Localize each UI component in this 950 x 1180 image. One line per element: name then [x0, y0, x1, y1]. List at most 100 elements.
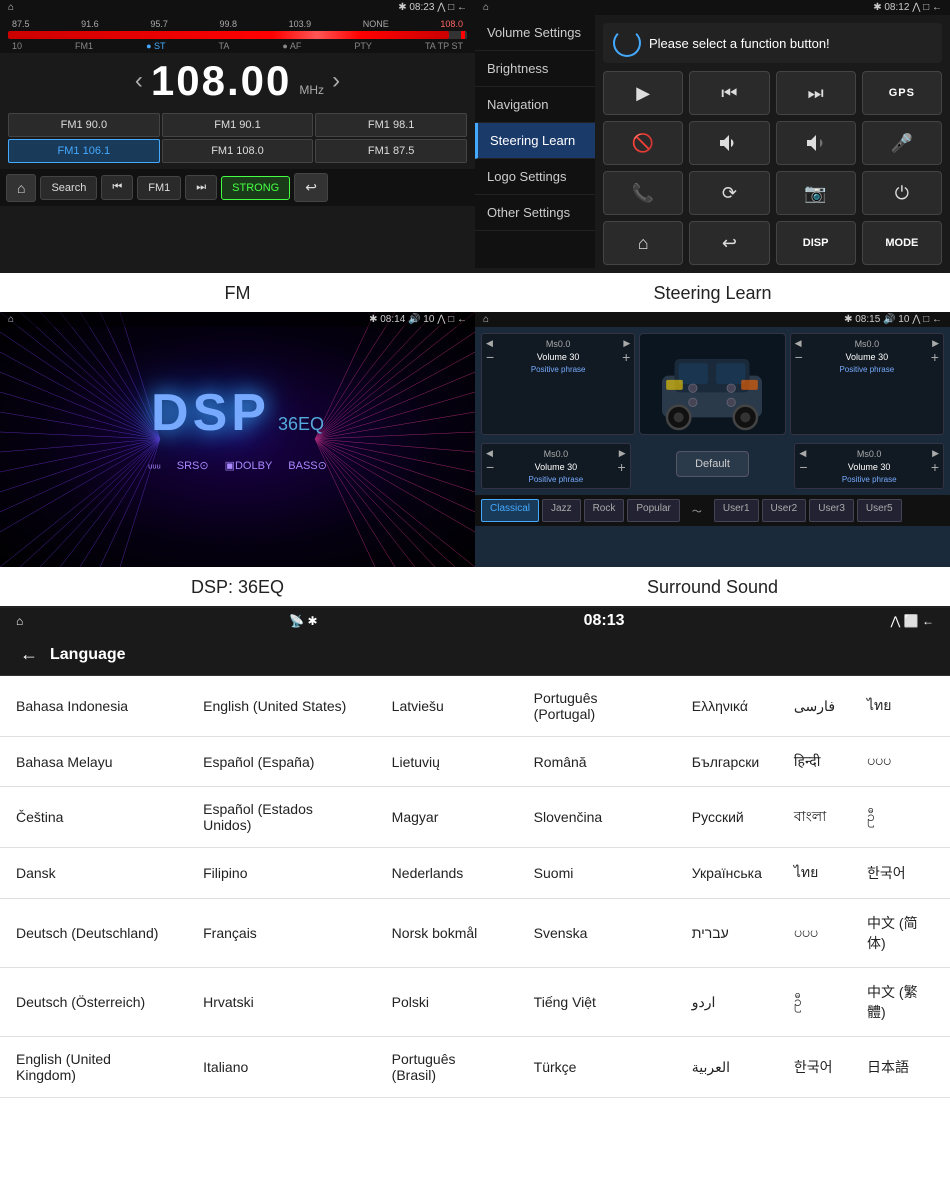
language-option[interactable]: Čeština — [0, 787, 187, 848]
eq-rl-prev[interactable]: ◀ — [486, 448, 493, 459]
eq-fl-prev[interactable]: ◀ — [486, 338, 493, 349]
eq-fr-plus[interactable]: + — [931, 349, 939, 365]
eq-rl-plus[interactable]: + — [617, 459, 625, 475]
steer-back-button[interactable]: ↩ — [689, 221, 769, 265]
language-option[interactable]: Polski — [376, 968, 518, 1037]
surround-tab-user2[interactable]: User2 — [762, 499, 807, 522]
lang-back-icon[interactable]: ← — [922, 614, 934, 628]
language-option[interactable]: Tiếng Việt — [518, 968, 676, 1037]
language-option[interactable]: 한국어 — [851, 848, 950, 899]
steer-power-button[interactable]: ⏻ — [862, 171, 942, 215]
sidebar-item-other[interactable]: Other Settings — [475, 195, 595, 231]
fm-home-icon[interactable]: ⌂ — [8, 2, 14, 13]
steer-mic-button[interactable]: 🎤 — [862, 121, 942, 165]
eq-rr-plus[interactable]: + — [931, 459, 939, 475]
language-option[interactable]: 日本語 — [851, 1037, 950, 1098]
fm-next-arrow[interactable]: › — [332, 67, 340, 95]
steer-camera-button[interactable]: 📷 — [776, 171, 856, 215]
language-option[interactable]: Русский — [676, 787, 778, 848]
fm-back-icon[interactable]: ← — [457, 2, 467, 13]
language-option[interactable]: ပပပ — [851, 737, 950, 787]
fm-strong-button[interactable]: STRONG — [221, 176, 290, 200]
eq-fl-next[interactable]: ▶ — [623, 338, 630, 349]
surround-tab-user1[interactable]: User1 — [714, 499, 759, 522]
fm-preset-2[interactable]: FM1 90.1 — [162, 113, 314, 137]
language-option[interactable]: ไทย — [778, 848, 851, 899]
fm-progress-track[interactable] — [8, 31, 467, 39]
eq-rl-next[interactable]: ▶ — [619, 448, 626, 459]
language-option[interactable]: Български — [676, 737, 778, 787]
surround-tab-popular[interactable]: Popular — [627, 499, 679, 522]
language-option[interactable]: Bahasa Indonesia — [0, 676, 187, 737]
language-option[interactable]: 中文 (繁體) — [851, 968, 950, 1037]
steer-mute-button[interactable]: 🚫 — [603, 121, 683, 165]
language-option[interactable]: Português (Portugal) — [518, 676, 676, 737]
language-option[interactable]: Ελληνικά — [676, 676, 778, 737]
fm-home-button[interactable]: ⌂ — [6, 174, 36, 202]
language-option[interactable]: Українська — [676, 848, 778, 899]
sidebar-item-navigation[interactable]: Navigation — [475, 87, 595, 123]
lang-home-icon[interactable]: ⌂ — [16, 614, 23, 628]
language-option[interactable]: বাংলা — [778, 787, 851, 848]
language-option[interactable]: Italiano — [187, 1037, 376, 1098]
surround-tab-rock[interactable]: Rock — [584, 499, 625, 522]
eq-rr-minus[interactable]: − — [799, 459, 807, 475]
surround-home-icon[interactable]: ⌂ — [483, 314, 489, 325]
eq-fr-minus[interactable]: − — [795, 349, 803, 365]
dsp-home-icon[interactable]: ⌂ — [8, 314, 14, 325]
steer-vol-up-button[interactable] — [689, 121, 769, 165]
language-option[interactable]: Norsk bokmål — [376, 899, 518, 968]
language-option[interactable]: English (United States) — [187, 676, 376, 737]
eq-rr-next[interactable]: ▶ — [932, 448, 939, 459]
eq-fr-prev[interactable]: ◀ — [795, 338, 802, 349]
surround-tab-user5[interactable]: User5 — [857, 499, 902, 522]
language-option[interactable]: Bahasa Melayu — [0, 737, 187, 787]
steer-call-button[interactable]: 📞 — [603, 171, 683, 215]
language-option[interactable]: Español (España) — [187, 737, 376, 787]
sidebar-item-logo[interactable]: Logo Settings — [475, 159, 595, 195]
language-option[interactable]: Filipino — [187, 848, 376, 899]
language-option[interactable]: 中文 (简体) — [851, 899, 950, 968]
language-option[interactable]: Latviešu — [376, 676, 518, 737]
language-option[interactable]: ပပပ — [778, 899, 851, 968]
language-option[interactable]: Suomi — [518, 848, 676, 899]
eq-fr-next[interactable]: ▶ — [932, 338, 939, 349]
steer-mode-button[interactable]: MODE — [862, 221, 942, 265]
fm-next-button[interactable]: ⏭ — [185, 175, 217, 200]
fm-preset-4[interactable]: FM1 106.1 — [8, 139, 160, 163]
fm-back-button[interactable]: ↩ — [294, 173, 328, 202]
sidebar-item-steering-learn[interactable]: Steering Learn — [475, 123, 595, 159]
surround-tab-jazz[interactable]: Jazz — [542, 499, 581, 522]
language-option[interactable]: فارسی — [778, 676, 851, 737]
language-option[interactable]: Deutsch (Österreich) — [0, 968, 187, 1037]
language-option[interactable]: Magyar — [376, 787, 518, 848]
language-option[interactable]: العربية — [676, 1037, 778, 1098]
surround-back-icon[interactable]: ← — [932, 314, 942, 325]
steer-vol-down-button[interactable] — [776, 121, 856, 165]
language-option[interactable]: 한국어 — [778, 1037, 851, 1098]
steer-play-button[interactable]: ▶ — [603, 71, 683, 115]
sidebar-item-brightness[interactable]: Brightness — [475, 51, 595, 87]
language-option[interactable]: Slovenčina — [518, 787, 676, 848]
language-option[interactable]: Español (Estados Unidos) — [187, 787, 376, 848]
surround-tab-classical[interactable]: Classical — [481, 499, 539, 522]
language-option[interactable]: Nederlands — [376, 848, 518, 899]
fm-search-button[interactable]: Search — [40, 176, 97, 200]
fm-prev-button[interactable]: ⏮ — [101, 175, 133, 200]
steer-next-button[interactable]: ⏭ — [776, 71, 856, 115]
language-back-button[interactable]: ← — [20, 644, 38, 665]
language-option[interactable]: Deutsch (Deutschland) — [0, 899, 187, 968]
language-option[interactable]: Română — [518, 737, 676, 787]
eq-rr-prev[interactable]: ◀ — [799, 448, 806, 459]
language-option[interactable]: Português (Brasil) — [376, 1037, 518, 1098]
steer-rotate-button[interactable]: ⟳ — [689, 171, 769, 215]
language-option[interactable]: ဦ — [778, 968, 851, 1037]
fm-preset-3[interactable]: FM1 98.1 — [315, 113, 467, 137]
steering-back-icon[interactable]: ← — [932, 2, 942, 13]
steering-home-icon[interactable]: ⌂ — [483, 2, 489, 13]
language-option[interactable]: English (United Kingdom) — [0, 1037, 187, 1098]
fm-preset-6[interactable]: FM1 87.5 — [315, 139, 467, 163]
language-option[interactable]: हिन्दी — [778, 737, 851, 787]
fm-preset-5[interactable]: FM1 108.0 — [162, 139, 314, 163]
steer-gps-button[interactable]: GPS — [862, 71, 942, 115]
